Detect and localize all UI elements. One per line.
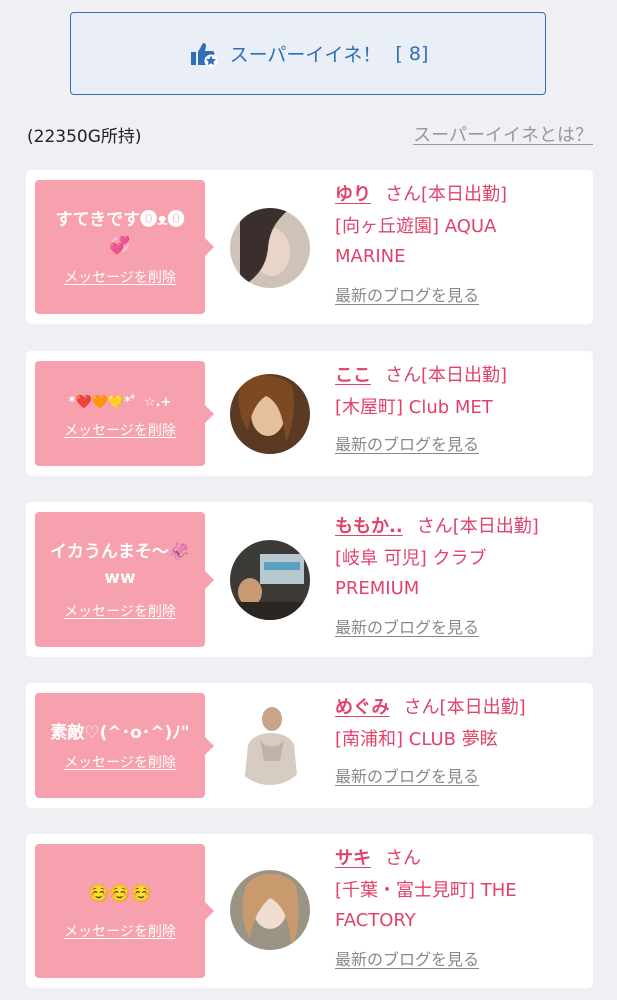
status-badge: [本日出勤] (421, 365, 508, 386)
message-bubble: イカうんまそ〜🦑 ww メッセージを削除 (35, 512, 214, 647)
avatar[interactable] (230, 705, 310, 785)
message-bubble: *❤️🧡💛*゜☆.+ メッセージを削除 (35, 361, 214, 466)
about-super-like-link[interactable]: スーパーイイネとは？ (413, 121, 593, 147)
list-item: イカうんまそ〜🦑 ww メッセージを削除 ももか.. さん[本日出勤] [岐阜 可… (26, 502, 593, 657)
status-badge: [本日出勤] (421, 184, 508, 205)
list-item: すてきです⓿ᴥ⓿ 💞 メッセージを削除 ゆり さん[本日出勤] [向ヶ丘遊園] A… (26, 170, 593, 324)
latest-blog-link[interactable]: 最新のブログを見る (335, 431, 479, 455)
held-points: (22350G所持) (27, 127, 142, 147)
message-text: すてきです⓿ᴥ⓿ 💞 (55, 210, 185, 256)
message-text: 素敵♡(^･o･^)ﾉ" (50, 722, 190, 743)
name-line: めぐみ さん[本日出勤] (335, 697, 526, 718)
list-item: *❤️🧡💛*゜☆.+ メッセージを削除 ここ さん[本日出勤] [木屋町] Clu… (26, 351, 593, 476)
list-item: ☺️☺️☺️ メッセージを削除 サキ さん [千葉・富士見町] THE FACTOR… (26, 834, 593, 988)
list-item: 素敵♡(^･o･^)ﾉ" メッセージを削除 めぐみ さん[本日出勤] [南浦和] … (26, 683, 593, 808)
shop-info: [木屋町] Club MET (335, 397, 493, 418)
delete-message-link[interactable]: メッセージを削除 (64, 601, 176, 621)
message-bubble: ☺️☺️☺️ メッセージを削除 (35, 844, 214, 978)
name-line: サキ さん (335, 848, 421, 869)
message-text: ☺️☺️☺️ (88, 884, 152, 904)
avatar[interactable] (230, 374, 310, 454)
shop-info: [岐阜 可児] クラブ PREMIUM (335, 548, 487, 599)
shop-info: [千葉・富士見町] THE FACTORY (335, 880, 517, 931)
delete-message-link[interactable]: メッセージを削除 (64, 752, 176, 772)
avatar[interactable] (230, 870, 310, 950)
cast-name-link[interactable]: ゆり (335, 184, 371, 205)
cast-name-link[interactable]: サキ (335, 848, 371, 869)
message-bubble: すてきです⓿ᴥ⓿ 💞 メッセージを削除 (35, 180, 214, 314)
name-line: ゆり さん[本日出勤] (335, 184, 508, 205)
delete-message-link[interactable]: メッセージを削除 (64, 420, 176, 440)
status-badge: [本日出勤] (452, 516, 539, 537)
latest-blog-link[interactable]: 最新のブログを見る (335, 946, 479, 970)
message-bubble: 素敵♡(^･o･^)ﾉ" メッセージを削除 (35, 693, 214, 798)
name-line: ここ さん[本日出勤] (335, 365, 508, 386)
cast-name-link[interactable]: めぐみ (335, 697, 390, 718)
latest-blog-link[interactable]: 最新のブログを見る (335, 763, 479, 787)
super-like-button[interactable]: スーパーイイネ！ [ 8] (70, 12, 546, 95)
thumbs-up-star-icon (190, 42, 218, 67)
cast-name-link[interactable]: ここ (335, 365, 371, 386)
super-like-label: スーパーイイネ！ (229, 44, 382, 66)
latest-blog-link[interactable]: 最新のブログを見る (335, 282, 479, 306)
message-text: イカうんまそ〜🦑 ww (49, 541, 191, 588)
delete-message-link[interactable]: メッセージを削除 (64, 921, 176, 941)
avatar[interactable] (230, 208, 310, 288)
latest-blog-link[interactable]: 最新のブログを見る (335, 614, 479, 638)
cast-name-link[interactable]: ももか.. (335, 516, 403, 537)
shop-info: [向ヶ丘遊園] AQUA MARINE (335, 216, 497, 267)
delete-message-link[interactable]: メッセージを削除 (64, 267, 176, 287)
super-like-count: [ 8] (395, 42, 429, 65)
status-badge: [本日出勤] (439, 697, 526, 718)
avatar[interactable] (230, 540, 310, 620)
shop-info: [南浦和] CLUB 夢眩 (335, 729, 498, 750)
message-text: *❤️🧡💛*゜☆.+ (68, 394, 172, 410)
name-line: ももか.. さん[本日出勤] (335, 516, 539, 537)
